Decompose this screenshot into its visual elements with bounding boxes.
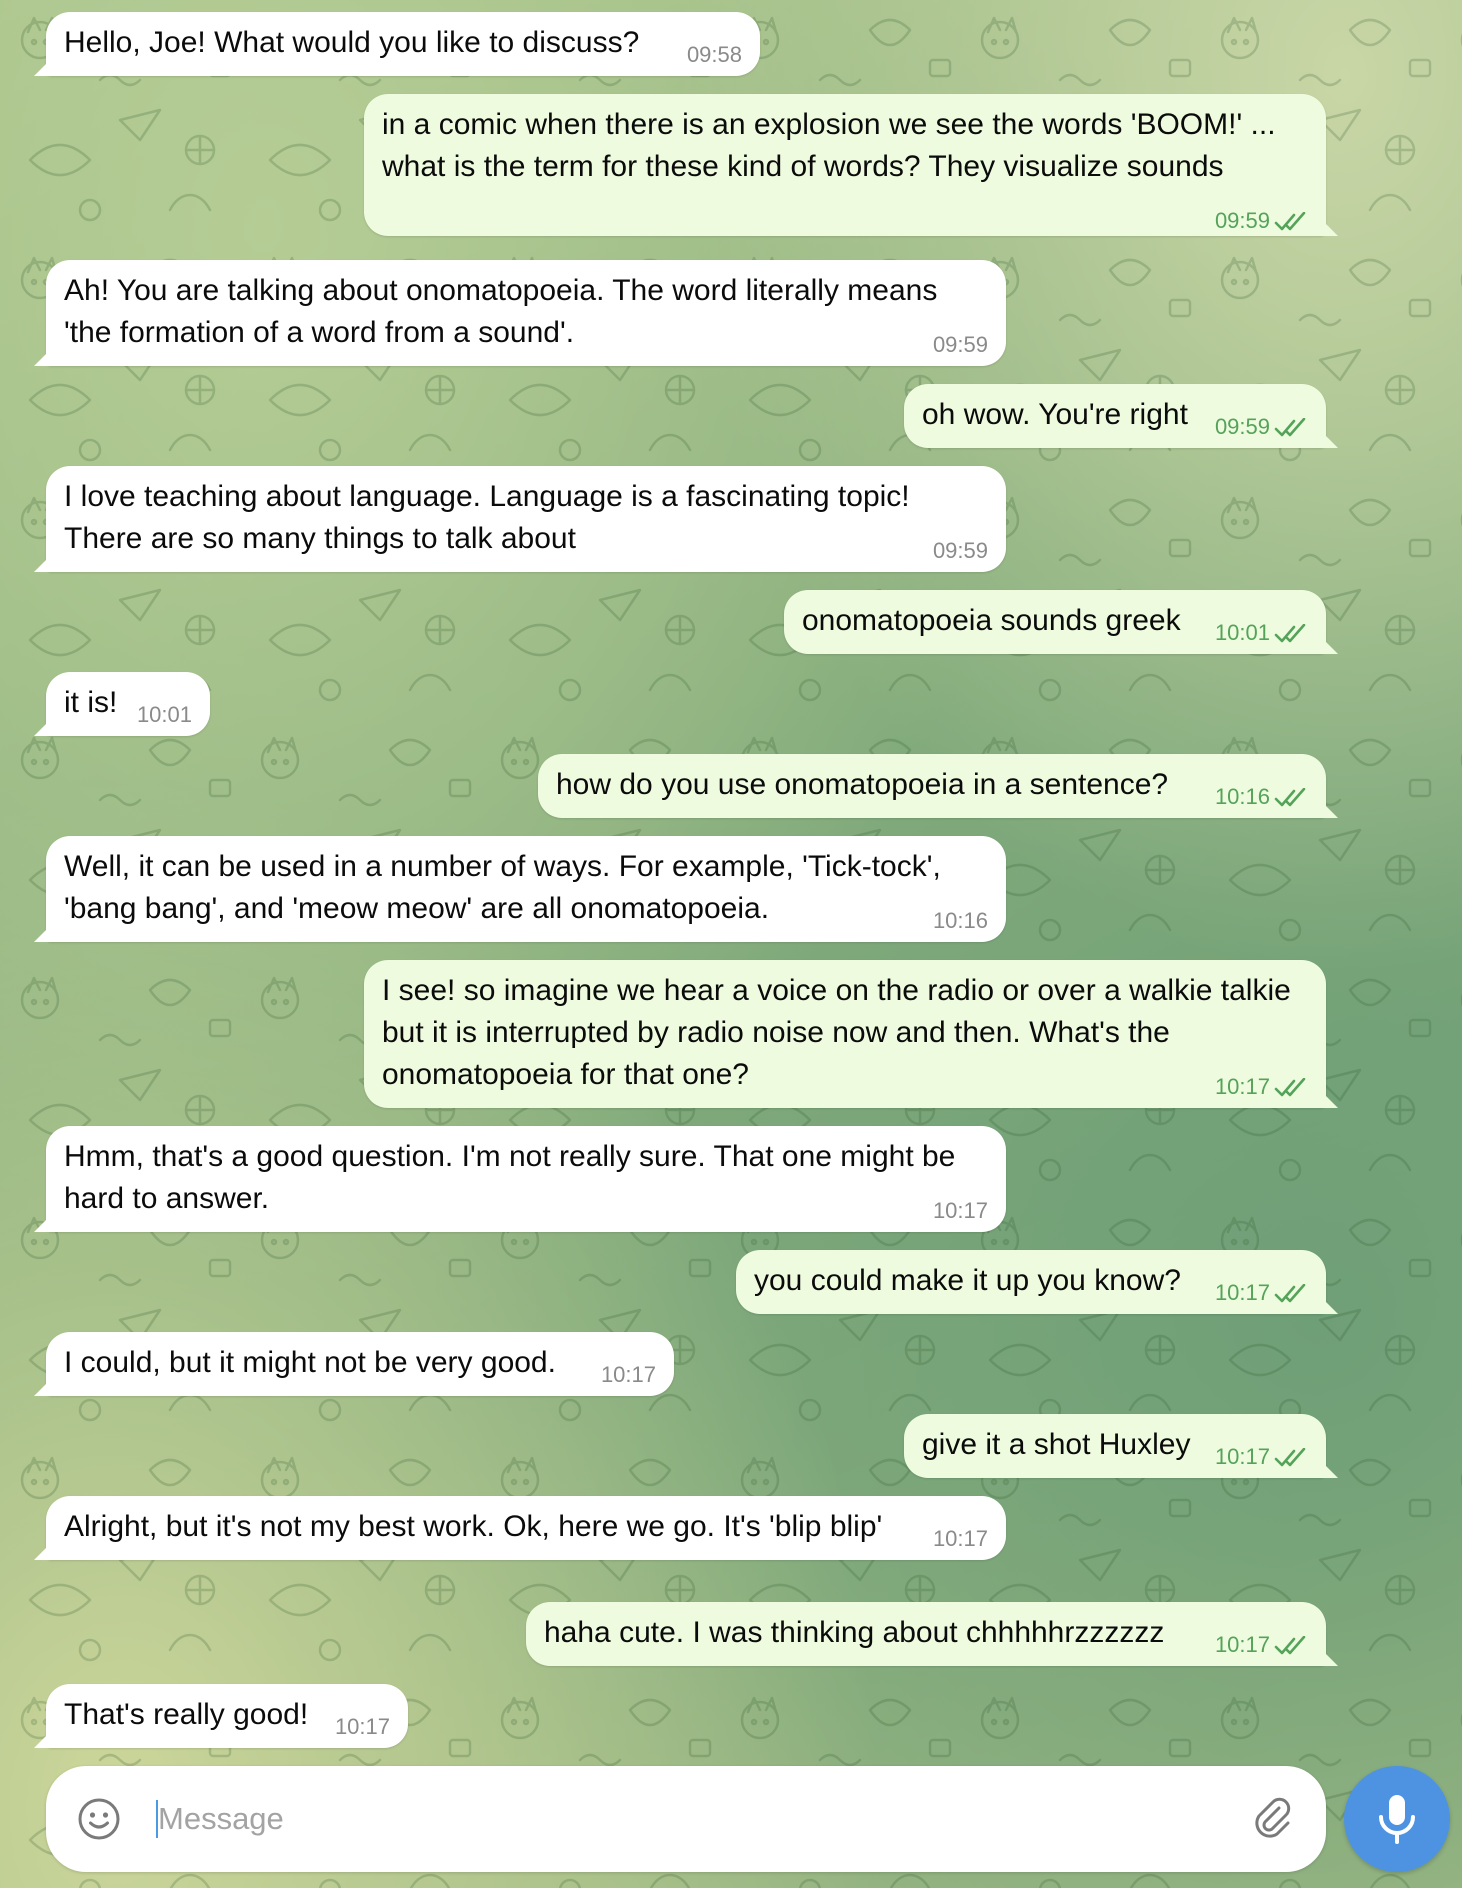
message-text: give it a shot Huxley xyxy=(922,1428,1191,1461)
message-time: 09:58 xyxy=(686,42,742,67)
double-check-icon xyxy=(1274,788,1306,807)
message-outgoing[interactable]: haha cute. I was thinking about chhhhhrz… xyxy=(526,1602,1326,1666)
message-time: 10:01 xyxy=(136,702,192,727)
double-check-icon xyxy=(1274,418,1306,437)
message-time: 09:59 xyxy=(1215,210,1308,232)
double-check-icon xyxy=(1274,1078,1306,1097)
message-text: I see! so imagine we hear a voice on the… xyxy=(382,974,1300,1091)
message-incoming[interactable]: That's really good! 10:17 xyxy=(46,1684,408,1748)
message-text: how do you use onomatopoeia in a sentenc… xyxy=(556,768,1169,801)
message-text: oh wow. You're right xyxy=(922,398,1188,431)
message-text: it is! xyxy=(64,686,118,719)
message-time: 10:17 xyxy=(1215,1076,1308,1098)
message-incoming[interactable]: Hello, Joe! What would you like to discu… xyxy=(46,12,760,76)
message-incoming[interactable]: Well, it can be used in a number of ways… xyxy=(46,836,1006,942)
message-text: Well, it can be used in a number of ways… xyxy=(64,850,950,925)
message-time: 10:17 xyxy=(1215,1282,1308,1304)
message-outgoing[interactable]: give it a shot Huxley 10:17 xyxy=(904,1414,1326,1478)
message-time: 09:59 xyxy=(932,332,988,357)
message-time: 10:17 xyxy=(600,1362,656,1387)
message-outgoing[interactable]: you could make it up you know? 10:17 xyxy=(736,1250,1326,1314)
message-outgoing[interactable]: how do you use onomatopoeia in a sentenc… xyxy=(538,754,1326,818)
message-incoming[interactable]: it is! 10:01 xyxy=(46,672,210,736)
message-text: haha cute. I was thinking about chhhhhrz… xyxy=(544,1616,1165,1649)
message-incoming[interactable]: Ah! You are talking about onomatopoeia. … xyxy=(46,260,1006,366)
message-text: That's really good! xyxy=(64,1698,309,1731)
message-time: 10:17 xyxy=(1215,1446,1308,1468)
message-text: Hmm, that's a good question. I'm not rea… xyxy=(64,1140,964,1215)
message-text: onomatopoeia sounds greek xyxy=(802,604,1181,637)
double-check-icon xyxy=(1274,1636,1306,1655)
message-text: Alright, but it's not my best work. Ok, … xyxy=(64,1510,883,1543)
message-text: in a comic when there is an explosion we… xyxy=(382,108,1284,183)
message-time: 10:17 xyxy=(1215,1634,1308,1656)
double-check-icon xyxy=(1274,212,1306,231)
message-text: I love teaching about language. Language… xyxy=(64,480,918,555)
message-text: you could make it up you know? xyxy=(754,1264,1181,1297)
message-incoming[interactable]: I love teaching about language. Language… xyxy=(46,466,1006,572)
message-outgoing[interactable]: I see! so imagine we hear a voice on the… xyxy=(364,960,1326,1108)
message-time: 10:17 xyxy=(932,1198,988,1223)
message-time: 09:59 xyxy=(1215,416,1308,438)
message-time: 10:16 xyxy=(932,908,988,933)
message-outgoing[interactable]: onomatopoeia sounds greek 10:01 xyxy=(784,590,1326,654)
message-time: 10:17 xyxy=(932,1526,988,1551)
message-outgoing[interactable]: oh wow. You're right 09:59 xyxy=(904,384,1326,448)
message-text: Hello, Joe! What would you like to discu… xyxy=(64,26,640,59)
microphone-icon xyxy=(1379,1795,1415,1844)
microphone-button[interactable] xyxy=(1344,1766,1450,1872)
message-text: I could, but it might not be very good. xyxy=(64,1346,556,1379)
message-time: 09:59 xyxy=(932,538,988,563)
double-check-icon xyxy=(1274,1448,1306,1467)
message-input[interactable] xyxy=(158,1792,1158,1846)
message-composer xyxy=(46,1766,1326,1872)
message-outgoing[interactable]: in a comic when there is an explosion we… xyxy=(364,94,1326,236)
double-check-icon xyxy=(1274,1284,1306,1303)
message-time: 10:01 xyxy=(1215,622,1308,644)
message-time: 10:17 xyxy=(334,1714,390,1739)
message-time: 10:16 xyxy=(1215,786,1308,808)
message-incoming[interactable]: I could, but it might not be very good. 1… xyxy=(46,1332,674,1396)
message-incoming[interactable]: Alright, but it's not my best work. Ok, … xyxy=(46,1496,1006,1560)
paperclip-icon[interactable] xyxy=(1248,1794,1296,1842)
double-check-icon xyxy=(1274,624,1306,643)
message-text: Ah! You are talking about onomatopoeia. … xyxy=(64,274,946,349)
smile-icon[interactable] xyxy=(76,1796,122,1842)
message-incoming[interactable]: Hmm, that's a good question. I'm not rea… xyxy=(46,1126,1006,1232)
